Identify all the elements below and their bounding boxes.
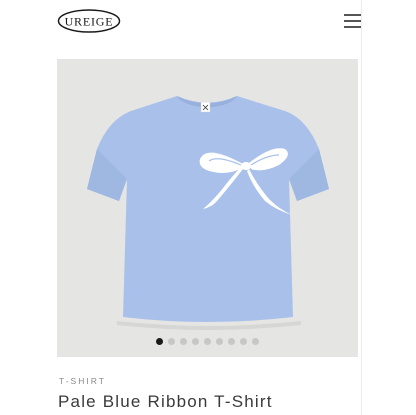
carousel-dot-4[interactable]	[192, 338, 199, 345]
carousel-dot-2[interactable]	[168, 338, 175, 345]
svg-text:UREIGE: UREIGE	[65, 15, 114, 29]
product-title: Pale Blue Ribbon T-Shirt	[58, 392, 273, 411]
carousel-dot-9[interactable]	[252, 338, 259, 345]
product-page: UREIGE T-SHIRT Pale Blue Ribbon T-Shirt	[0, 0, 416, 415]
carousel-dot-5[interactable]	[204, 338, 211, 345]
product-image	[57, 59, 358, 357]
menu-button[interactable]	[344, 14, 361, 28]
carousel-dot-1[interactable]	[156, 338, 163, 345]
carousel-pagination	[57, 338, 358, 346]
product-category: T-SHIRT	[59, 376, 106, 386]
brand-logo-mark: UREIGE	[57, 9, 121, 33]
carousel-dot-3[interactable]	[180, 338, 187, 345]
site-header: UREIGE	[0, 0, 361, 44]
brand-logo[interactable]: UREIGE	[57, 8, 121, 34]
carousel-dot-8[interactable]	[240, 338, 247, 345]
carousel-dot-7[interactable]	[228, 338, 235, 345]
side-margin	[362, 0, 416, 415]
carousel-dot-6[interactable]	[216, 338, 223, 345]
product-image-gallery[interactable]	[57, 59, 358, 357]
